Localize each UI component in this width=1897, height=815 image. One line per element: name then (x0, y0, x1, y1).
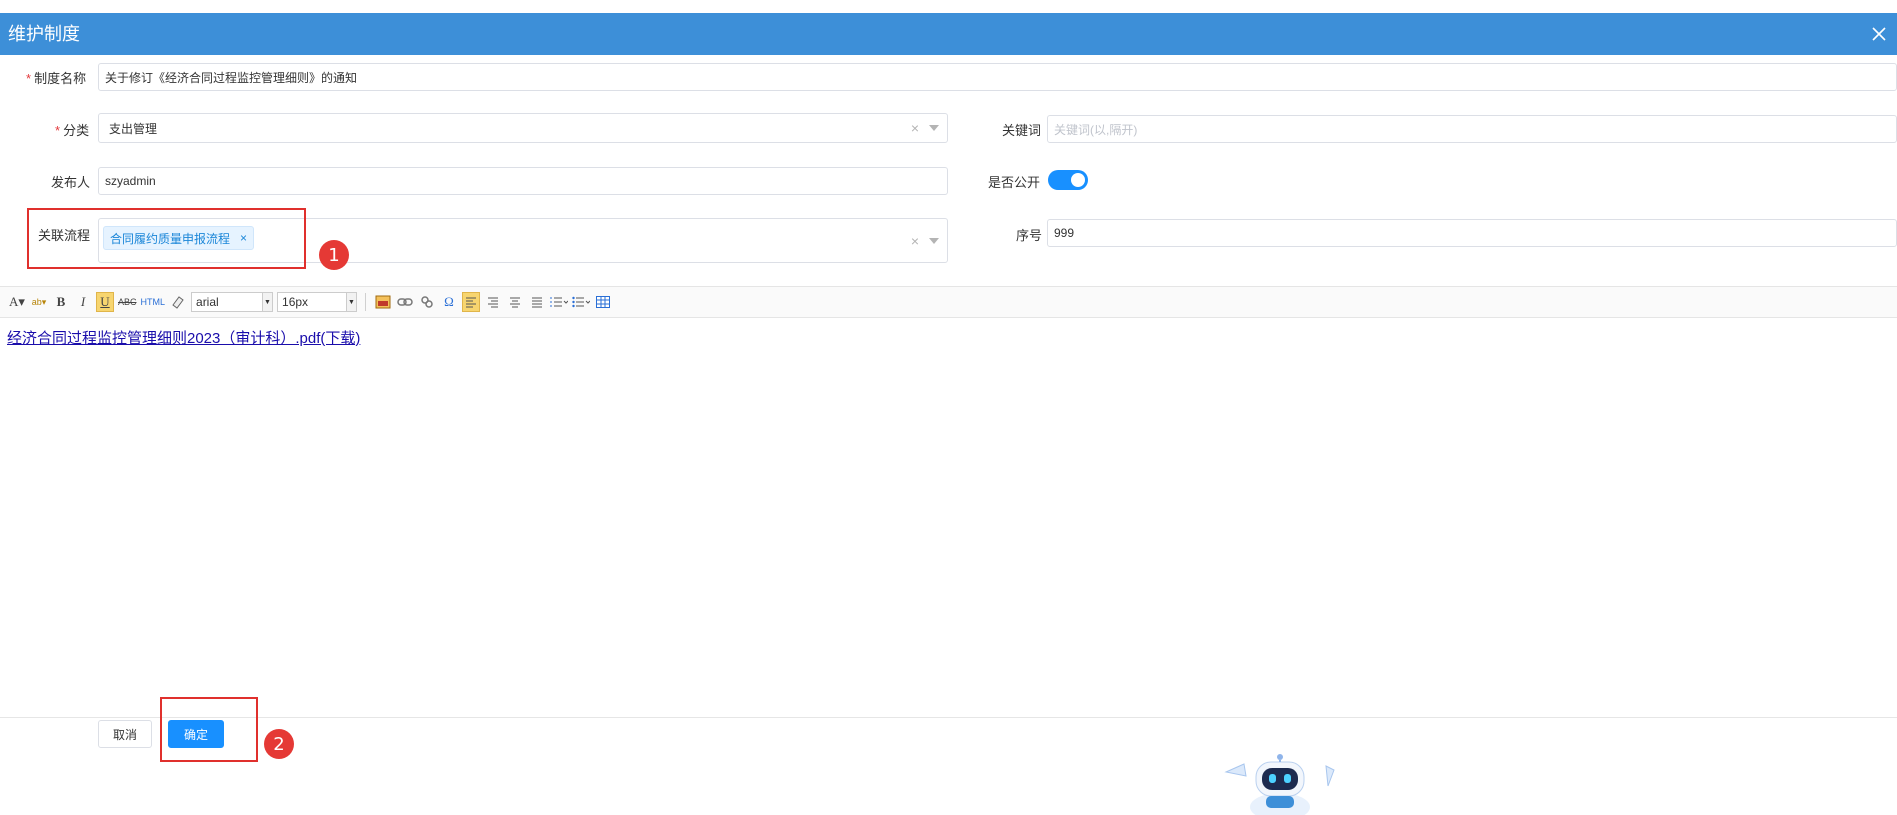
strikethrough-icon[interactable]: ABC (118, 292, 137, 312)
public-label: 是否公开 (988, 175, 1041, 190)
align-left-icon[interactable] (462, 292, 481, 312)
align-justify-icon[interactable] (528, 292, 546, 312)
category-value: 支出管理 (109, 121, 158, 136)
publisher-input[interactable]: szyadmin (98, 167, 948, 195)
table-icon[interactable] (594, 292, 612, 312)
annotation-box-1 (27, 208, 306, 269)
align-center-icon[interactable] (506, 292, 524, 312)
order-value: 999 (1054, 226, 1075, 240)
order-input[interactable]: 999 (1047, 219, 1897, 247)
dialog-header: 维护制度 (0, 13, 1897, 55)
toggle-knob (1071, 173, 1085, 187)
keywords-placeholder: 关键词(以,隔开) (1054, 122, 1138, 137)
public-toggle[interactable] (1048, 170, 1088, 190)
font-family-value: arial (196, 295, 219, 309)
assistant-robot-icon[interactable] (1222, 752, 1338, 815)
editor-toolbar: A▾ ab▾ B I U ABC HTML arial ▼ 16px ▼ Ω (0, 286, 1897, 318)
category-label: * 分类 (55, 120, 89, 139)
ordered-list-icon[interactable] (550, 292, 569, 312)
close-icon[interactable] (1869, 13, 1889, 55)
underline-icon[interactable]: U (96, 292, 114, 312)
category-label-text: 分类 (63, 123, 90, 138)
name-input[interactable]: 关于修订《经济合同过程监控管理细则》的通知 (98, 63, 1897, 91)
footer-divider (0, 717, 1897, 718)
publisher-value: szyadmin (105, 174, 156, 188)
unlink-icon[interactable] (418, 292, 436, 312)
italic-icon[interactable]: I (74, 292, 92, 312)
special-char-icon[interactable]: Ω (440, 292, 458, 312)
font-size-select[interactable]: 16px ▼ (277, 292, 358, 312)
order-label: 序号 (1016, 228, 1043, 243)
align-right-icon[interactable] (484, 292, 502, 312)
chevron-down-icon: ▼ (346, 293, 357, 311)
keywords-label: 关键词 (1002, 123, 1042, 138)
required-mark: * (26, 71, 32, 86)
category-select[interactable]: 支出管理 × (98, 113, 948, 143)
clear-icon[interactable]: × (911, 120, 919, 136)
annotation-badge-1: 1 (319, 240, 349, 270)
annotation-badge-2: 2 (264, 729, 294, 759)
bullet-list-icon[interactable] (572, 292, 591, 312)
chevron-down-icon: ▼ (262, 293, 273, 311)
chevron-down-icon[interactable] (929, 237, 939, 244)
eraser-icon[interactable] (169, 292, 187, 312)
required-mark: * (55, 123, 61, 138)
name-value: 关于修订《经济合同过程监控管理细则》的通知 (105, 70, 358, 85)
name-label-text: 制度名称 (34, 71, 87, 86)
html-icon[interactable]: HTML (141, 292, 166, 312)
clear-icon[interactable]: × (911, 233, 919, 249)
name-label: * 制度名称 (26, 68, 86, 87)
highlight-icon[interactable]: ab▾ (30, 292, 48, 312)
dialog-title: 维护制度 (8, 24, 80, 44)
font-color-icon[interactable]: A▾ (8, 292, 26, 312)
link-icon[interactable] (396, 292, 414, 312)
chevron-down-icon[interactable] (929, 125, 939, 131)
publisher-label: 发布人 (51, 175, 91, 190)
font-family-select[interactable]: arial ▼ (191, 292, 274, 312)
bold-icon[interactable]: B (52, 292, 70, 312)
image-icon[interactable] (374, 292, 392, 312)
annotation-box-2 (160, 697, 258, 762)
keywords-input[interactable]: 关键词(以,隔开) (1047, 115, 1897, 143)
attachment-link[interactable]: 经济合同过程监控管理细则2023（审计科）.pdf(下载) (7, 327, 360, 348)
toolbar-divider (365, 293, 367, 311)
font-size-value: 16px (282, 295, 309, 309)
cancel-button[interactable]: 取消 (98, 720, 152, 748)
